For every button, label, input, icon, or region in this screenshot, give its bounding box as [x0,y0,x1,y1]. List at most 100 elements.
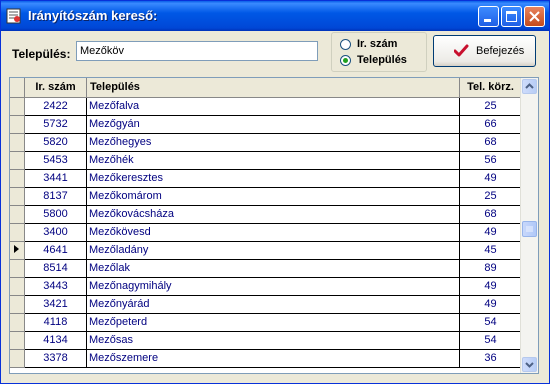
column-header-area-code[interactable]: Tel. körz. [459,78,522,98]
table-row[interactable]: 3378 Mezőszemere 36 [10,349,522,368]
scroll-down-button[interactable] [522,357,537,372]
settlement-cell[interactable]: Mezőkeresztes [86,169,460,188]
postal-code-cell[interactable]: 3443 [24,277,87,296]
row-indicator-cell[interactable] [10,295,25,314]
radio-postal-code-dot[interactable] [340,38,351,50]
settlement-cell[interactable]: Mezőhék [86,151,460,170]
table-row[interactable]: 3421 Mezőnyárád 49 [10,295,522,314]
table-row[interactable]: 3441 Mezőkeresztes 49 [10,169,522,188]
close-button[interactable] [524,6,545,27]
exit-button[interactable]: Befejezés [433,35,536,67]
postal-code-cell[interactable]: 4118 [24,313,87,332]
settlement-cell[interactable]: Mezőfalva [86,97,460,116]
radio-settlement-dot[interactable] [340,54,351,66]
area-code-cell[interactable]: 36 [459,349,522,368]
settlement-cell[interactable]: Mezőkovácsháza [86,205,460,224]
area-code-cell[interactable]: 89 [459,259,522,278]
table-row[interactable]: 5732 Mezőgyán 66 [10,115,522,134]
settlement-cell[interactable]: Mezőgyán [86,115,460,134]
postal-code-cell[interactable]: 5800 [24,205,87,224]
area-code-cell[interactable]: 25 [459,97,522,116]
scroll-down-icon [525,362,534,368]
area-code-cell[interactable]: 49 [459,169,522,188]
title-bar[interactable]: Irányítószám kereső: [1,1,549,31]
row-indicator-cell[interactable] [10,331,25,350]
area-code-cell[interactable]: 54 [459,313,522,332]
postal-code-cell[interactable]: 3400 [24,223,87,242]
row-indicator-cell[interactable] [10,187,25,206]
settlement-cell[interactable]: Mezőnyárád [86,295,460,314]
table-row[interactable]: 4134 Mezősas 54 [10,331,522,350]
settlement-cell[interactable]: Mezőkövesd [86,223,460,242]
row-indicator-cell[interactable] [10,115,25,134]
minimize-button[interactable] [478,6,499,27]
postal-code-cell[interactable]: 3378 [24,349,87,368]
row-indicator-cell[interactable] [10,223,25,242]
area-code-cell[interactable]: 25 [459,187,522,206]
postal-code-cell[interactable]: 3421 [24,295,87,314]
table-row[interactable]: 4641 Mezőladány 45 [10,241,522,260]
settlement-cell[interactable]: Mezőkomárom [86,187,460,206]
scroll-up-button[interactable] [522,79,537,94]
table-row[interactable]: 3443 Mezőnagymihály 49 [10,277,522,296]
postal-code-cell[interactable]: 3441 [24,169,87,188]
column-header-postal-code[interactable]: Ir. szám [24,78,87,98]
vertical-scrollbar[interactable] [520,78,538,373]
table-row[interactable]: 5800 Mezőkovácsháza 68 [10,205,522,224]
postal-code-cell[interactable]: 5732 [24,115,87,134]
row-indicator-cell[interactable] [10,133,25,152]
row-indicator-cell[interactable] [10,313,25,332]
area-code-cell[interactable]: 54 [459,331,522,350]
area-code-cell[interactable]: 56 [459,151,522,170]
area-code-cell[interactable]: 68 [459,205,522,224]
maximize-icon [506,11,517,22]
settlement-cell[interactable]: Mezőhegyes [86,133,460,152]
row-indicator-cell[interactable] [10,169,25,188]
settlement-cell[interactable]: Mezőpeterd [86,313,460,332]
area-code-cell[interactable]: 49 [459,223,522,242]
area-code-cell[interactable]: 66 [459,115,522,134]
postal-code-cell[interactable]: 2422 [24,97,87,116]
postal-code-cell[interactable]: 4134 [24,331,87,350]
maximize-button[interactable] [501,6,522,27]
area-code-cell[interactable]: 49 [459,295,522,314]
table-row[interactable]: 3400 Mezőkövesd 49 [10,223,522,242]
row-indicator-cell[interactable] [10,97,25,116]
postal-code-cell[interactable]: 4641 [24,241,87,260]
radio-settlement[interactable]: Település [340,53,407,67]
column-header-settlement[interactable]: Település [86,78,460,98]
table-row[interactable]: 8514 Mezőlak 89 [10,259,522,278]
settlement-cell[interactable]: Mezőlak [86,259,460,278]
scroll-up-icon [525,83,534,89]
settlement-cell[interactable]: Mezősas [86,331,460,350]
scrollbar-thumb[interactable] [522,221,537,237]
table-row[interactable]: 5820 Mezőhegyes 68 [10,133,522,152]
postal-code-cell[interactable]: 8137 [24,187,87,206]
row-indicator-cell[interactable] [10,349,25,368]
exit-button-label: Befejezés [476,45,525,57]
window-title: Irányítószám kereső: [28,8,158,23]
settlement-cell[interactable]: Mezőladány [86,241,460,260]
area-code-cell[interactable]: 68 [459,133,522,152]
area-code-cell[interactable]: 45 [459,241,522,260]
row-indicator-cell[interactable] [10,241,25,260]
settlement-search-input[interactable] [76,41,318,61]
row-indicator-cell[interactable] [10,205,25,224]
row-indicator-cell[interactable] [10,259,25,278]
settlement-cell[interactable]: Mezőszemere [86,349,460,368]
postal-code-cell[interactable]: 5820 [24,133,87,152]
settlement-cell[interactable]: Mezőnagymihály [86,277,460,296]
table-row[interactable]: 4118 Mezőpeterd 54 [10,313,522,332]
row-indicator-cell[interactable] [10,277,25,296]
table-row[interactable]: 8137 Mezőkomárom 25 [10,187,522,206]
results-grid[interactable]: Ir. szám Település Tel. körz. 2422 Mezőfa… [9,77,539,374]
minimize-icon [484,19,491,22]
row-indicator-cell[interactable] [10,151,25,170]
radio-postal-code[interactable]: Ir. szám [340,37,397,51]
area-code-cell[interactable]: 49 [459,277,522,296]
table-row[interactable]: 5453 Mezőhék 56 [10,151,522,170]
postal-code-cell[interactable]: 5453 [24,151,87,170]
postal-code-cell[interactable]: 8514 [24,259,87,278]
table-row[interactable]: 2422 Mezőfalva 25 [10,97,522,116]
close-icon [529,11,540,22]
